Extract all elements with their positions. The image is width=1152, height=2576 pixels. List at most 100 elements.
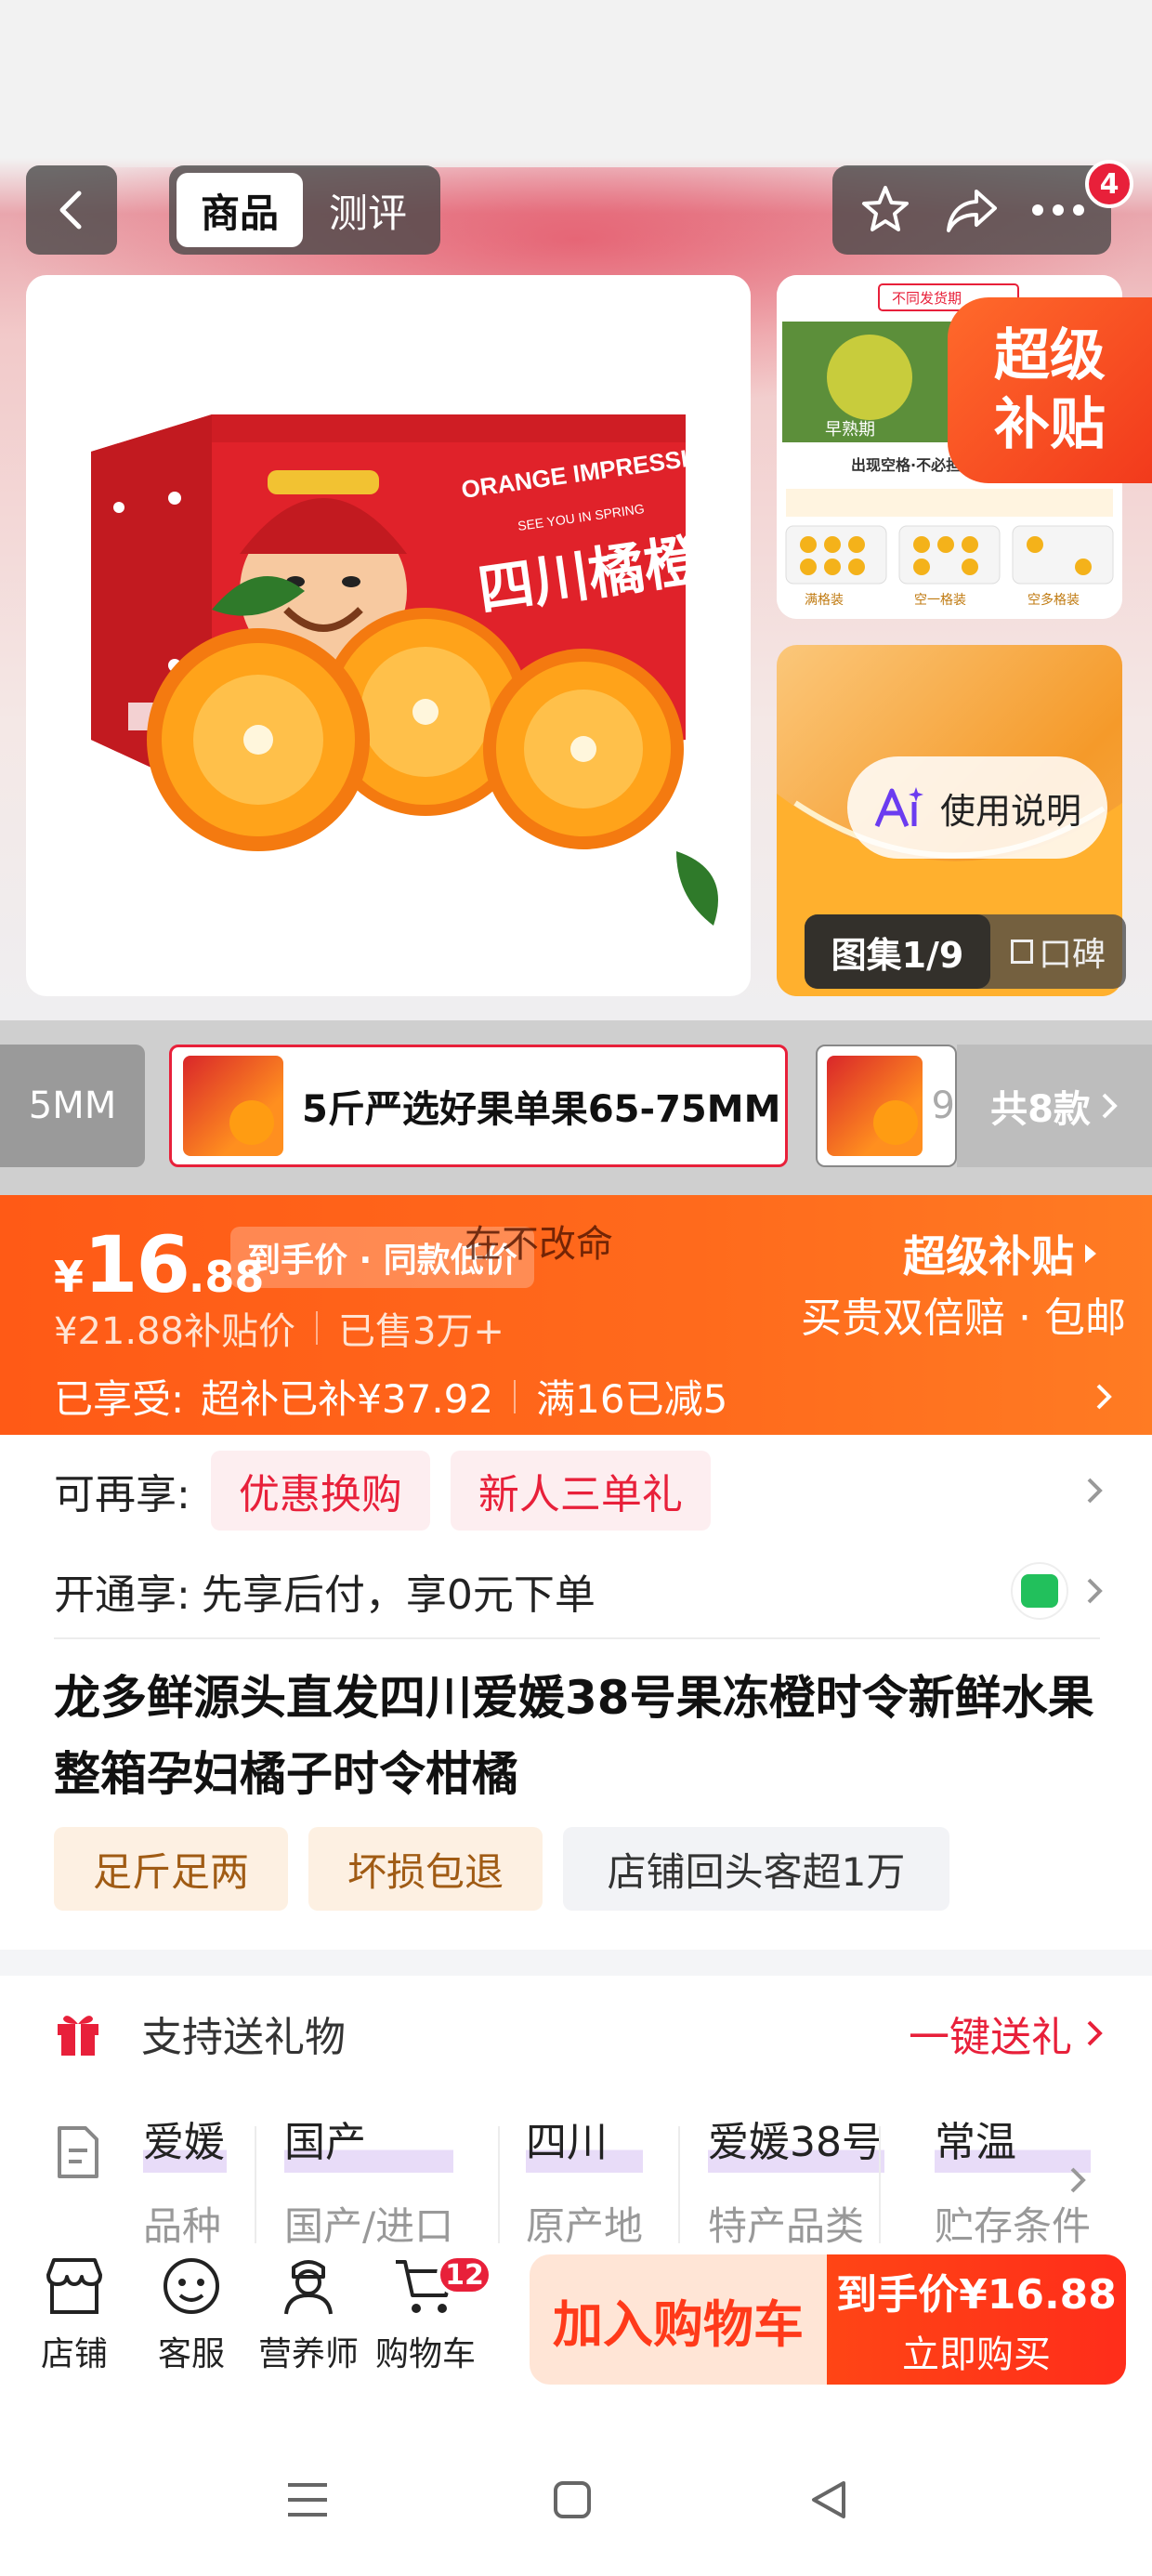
usage-guide-label: 使用说明 — [939, 790, 1081, 832]
divider — [514, 1379, 517, 1413]
share-icon — [946, 190, 997, 232]
star-icon — [861, 186, 909, 231]
service-icon — [164, 2258, 219, 2314]
more-badge: 4 — [1085, 160, 1133, 208]
super-subsidy-link-label: 超级补贴 — [903, 1231, 1074, 1281]
gift-send-label: 一键送礼 — [909, 2014, 1072, 2061]
feature-tag-repeat: 店铺回头客超1万 — [563, 1827, 949, 1911]
variant-selected-label: 5斤严选好果单果65-75MM — [302, 1088, 781, 1131]
cart-label: 购物车 — [374, 2335, 476, 2373]
super-subsidy-tag: 超级 补贴 — [948, 297, 1152, 483]
section-gap — [0, 1950, 1152, 1976]
usage-guide-button[interactable]: 使用说明 — [847, 756, 1107, 859]
chevron-right-icon — [1087, 2020, 1103, 2046]
customer-service-button[interactable]: 客服 — [136, 2254, 247, 2375]
attribute-value: 爱媛38号 — [708, 2113, 884, 2173]
home-icon[interactable] — [552, 2479, 593, 2520]
wallet-icon — [1011, 1562, 1068, 1620]
feature-tag-weight: 足斤足两 — [54, 1827, 288, 1911]
add-to-cart-button[interactable]: 加入购物车 — [530, 2254, 827, 2385]
pack-label-1: 满格装 — [805, 593, 844, 608]
gift-row[interactable]: 支持送礼物 一键送礼 — [54, 1996, 1104, 2070]
more-icon — [1032, 204, 1085, 216]
cart-badge: 12 — [437, 2254, 492, 2295]
album-count[interactable]: 图集1/9 — [805, 914, 990, 989]
super-subsidy-link[interactable]: 超级补贴 — [903, 1223, 1098, 1284]
attribute-key: 品种 — [143, 2203, 222, 2243]
gift-send-link[interactable]: 一键送礼 — [909, 2004, 1104, 2063]
share-button[interactable] — [935, 173, 1009, 247]
pay-later-row[interactable]: 开通享: 先享后付，享0元下单 — [54, 1554, 1104, 1628]
buy-now-button[interactable]: 到手价¥16.88 立即购买 — [827, 2254, 1126, 2385]
store-button[interactable]: 店铺 — [19, 2254, 130, 2375]
enjoyed-discount-1: 超补已补¥37.92 — [201, 1376, 494, 1422]
album-indicator[interactable]: 图集1/9 口碑 — [805, 914, 1126, 989]
product-attributes[interactable]: 爱媛 品种 国产 国产/进口 四川 原产地 爱媛38号 特产品类 常温 贮存条件 — [54, 2113, 1104, 2243]
attribute-key: 贮存条件 — [935, 2203, 1092, 2243]
enjoyed-discount-2: 满16已减5 — [536, 1376, 728, 1422]
variant-thumbnail — [827, 1056, 923, 1156]
nutritionist-button[interactable]: 营养师 — [253, 2254, 364, 2375]
gift-icon — [58, 2016, 98, 2056]
back-nav-icon[interactable] — [808, 2479, 849, 2520]
triangle-right-icon — [1085, 1244, 1096, 1263]
chevron-right-icon — [1087, 1478, 1103, 1504]
attribute-key: 特产品类 — [708, 2203, 865, 2243]
main-product-image[interactable]: ORANGE IMPRESSION SEE YOU IN SPRING 四川橘橙… — [26, 275, 751, 996]
original-price: ¥21.88补贴价 — [54, 1310, 295, 1353]
divider — [879, 2126, 881, 2243]
chevron-right-icon[interactable] — [1068, 2165, 1087, 2195]
buy-now-price: 到手价¥16.88 — [836, 2271, 1117, 2319]
divider — [255, 2126, 256, 2243]
nutritionist-icon — [284, 2260, 333, 2315]
super-subsidy-line1: 超级 — [994, 323, 1106, 388]
benefit-tag-newuser[interactable]: 新人三单礼 — [450, 1451, 711, 1531]
sold-count: 已售3万+ — [337, 1310, 504, 1353]
attribute-origin-type: 国产 国产/进口 — [284, 2113, 454, 2243]
attribute-specialty: 爱媛38号 特产品类 — [708, 2113, 884, 2243]
review-label: 口碑 — [1038, 936, 1106, 974]
super-subsidy-sub: 买贵双倍赔 · 包邮 — [801, 1295, 1126, 1342]
attribute-value: 爱媛 — [143, 2113, 227, 2173]
variant-chip-prev[interactable]: 5MM — [0, 1045, 145, 1167]
original-price-row: ¥21.88补贴价 已售3万+ — [54, 1301, 504, 1355]
attribute-value: 四川 — [526, 2113, 644, 2173]
packing-banner-text: 不同发货期 — [892, 290, 962, 307]
variant-chip-next[interactable]: 9 — [816, 1045, 957, 1167]
attribute-key: 国产/进口 — [284, 2203, 454, 2243]
tab-product[interactable]: 商品 — [177, 173, 303, 247]
price-integer: 16 — [84, 1219, 190, 1310]
store-label: 店铺 — [40, 2335, 108, 2373]
buy-now-label: 立即购买 — [902, 2333, 1051, 2376]
enjoyed-discounts[interactable]: 已享受: 超补已补¥37.92 满16已减5 — [54, 1368, 1113, 1425]
divider — [678, 2126, 680, 2243]
variant-total-label: 共8款 — [990, 1088, 1091, 1131]
pay-later-text: 先享后付，享0元下单 — [201, 1571, 596, 1619]
menu-icon[interactable] — [284, 2479, 331, 2520]
favorite-button[interactable] — [848, 173, 923, 247]
variant-chip-selected[interactable]: 5斤严选好果单果65-75MM — [169, 1045, 788, 1167]
price-currency: ¥ — [54, 1252, 85, 1302]
gift-label: 支持送礼物 — [141, 2014, 346, 2061]
benefit-tag-exchange[interactable]: 优惠换购 — [210, 1451, 430, 1531]
variant-prev-label: 5MM — [28, 1084, 117, 1127]
attribute-storage: 常温 贮存条件 — [935, 2113, 1092, 2243]
pay-later-label: 开通享: — [54, 1571, 190, 1619]
feature-tag-damage: 坏损包退 — [308, 1827, 543, 1911]
more-benefits-row[interactable]: 可再享: 优惠换购 新人三单礼 — [54, 1446, 1104, 1535]
variant-total-button[interactable]: 共8款 — [957, 1045, 1152, 1167]
review-tab[interactable]: 口碑 — [990, 927, 1126, 976]
header-actions — [832, 165, 1111, 255]
service-label: 客服 — [157, 2335, 225, 2373]
tab-review[interactable]: 测评 — [303, 173, 433, 247]
divider — [315, 1311, 318, 1345]
price-banner: ¥ 16 .88 到手价 · 同款低价 在不改命 超级补贴 买贵双倍赔 · 包邮… — [0, 1195, 1152, 1435]
header-tabs: 商品 测评 — [169, 165, 440, 255]
attribute-value: 常温 — [935, 2113, 1092, 2173]
back-button[interactable] — [26, 165, 117, 255]
attribute-key: 原产地 — [526, 2203, 644, 2243]
orange-box-illustration: ORANGE IMPRESSION SEE YOU IN SPRING 四川橘橙… — [91, 414, 751, 926]
pack-label-2: 空一格装 — [914, 593, 966, 608]
divider — [498, 2126, 500, 2243]
price-slogan: 在不改命 — [465, 1223, 613, 1266]
